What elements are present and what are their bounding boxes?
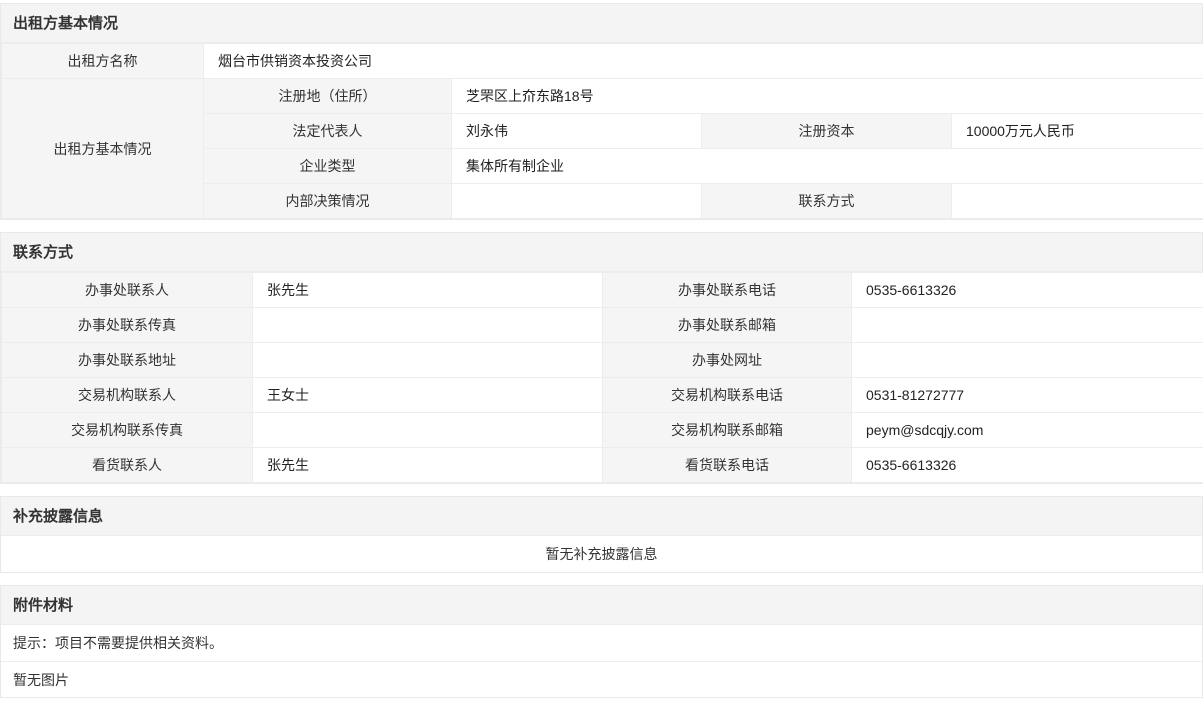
office-address-label: 办事处联系地址 <box>2 343 253 378</box>
office-website-label: 办事处网址 <box>603 343 852 378</box>
legal-representative-label: 法定代表人 <box>204 114 452 149</box>
attachments-notice: 提示：项目不需要提供相关资料。 <box>1 625 1202 661</box>
exchange-contact-row: 交易机构联系人 王女士 交易机构联系电话 0531-81272777 <box>2 378 1203 413</box>
section-attachments: 附件材料 提示：项目不需要提供相关资料。 暂无图片 <box>0 585 1203 698</box>
lessor-name-row: 出租方名称 烟台市供销资本投资公司 <box>2 44 1203 79</box>
office-contact-row: 办事处联系人 张先生 办事处联系电话 0535-6613326 <box>2 273 1203 308</box>
section-contact-info: 联系方式 办事处联系人 张先生 办事处联系电话 0535-6613326 办事处… <box>0 232 1203 484</box>
viewing-phone-value: 0535-6613326 <box>852 448 1203 483</box>
registered-address-value: 芝罘区上夼东路18号 <box>452 79 1203 114</box>
registered-address-row: 出租方基本情况 注册地（住所） 芝罘区上夼东路18号 <box>2 79 1203 114</box>
lessor-section-title: 出租方基本情况 <box>1 4 1202 43</box>
office-email-value <box>852 308 1203 343</box>
internal-decision-label: 内部决策情况 <box>204 184 452 219</box>
office-contact-label: 办事处联系人 <box>2 273 253 308</box>
exchange-fax-label: 交易机构联系传真 <box>2 413 253 448</box>
exchange-email-label: 交易机构联系邮箱 <box>603 413 852 448</box>
contact-info-table: 办事处联系人 张先生 办事处联系电话 0535-6613326 办事处联系传真 … <box>1 272 1203 483</box>
contact-method-value <box>952 184 1203 219</box>
enterprise-type-value: 集体所有制企业 <box>452 149 1203 184</box>
office-address-row: 办事处联系地址 办事处网址 <box>2 343 1203 378</box>
office-website-value <box>852 343 1203 378</box>
disclosure-section-title: 补充披露信息 <box>1 497 1202 536</box>
lessor-name-label: 出租方名称 <box>2 44 204 79</box>
lessor-info-table: 出租方名称 烟台市供销资本投资公司 出租方基本情况 注册地（住所） 芝罘区上夼东… <box>1 43 1203 219</box>
exchange-contact-value: 王女士 <box>253 378 603 413</box>
exchange-fax-value <box>253 413 603 448</box>
office-phone-label: 办事处联系电话 <box>603 273 852 308</box>
exchange-email-value: peym@sdcqjy.com <box>852 413 1203 448</box>
viewing-contact-value: 张先生 <box>253 448 603 483</box>
disclosure-empty-message: 暂无补充披露信息 <box>1 536 1202 572</box>
viewing-contact-row: 看货联系人 张先生 看货联系电话 0535-6613326 <box>2 448 1203 483</box>
viewing-phone-label: 看货联系电话 <box>603 448 852 483</box>
office-email-label: 办事处联系邮箱 <box>603 308 852 343</box>
project-detail-page: 出租方基本情况 出租方名称 烟台市供销资本投资公司 出租方基本情况 注册地（住所… <box>0 0 1203 698</box>
lessor-group-label: 出租方基本情况 <box>2 79 204 219</box>
office-address-value <box>253 343 603 378</box>
office-fax-row: 办事处联系传真 办事处联系邮箱 <box>2 308 1203 343</box>
exchange-phone-value: 0531-81272777 <box>852 378 1203 413</box>
attachments-section-title: 附件材料 <box>1 586 1202 625</box>
registered-capital-label: 注册资本 <box>702 114 952 149</box>
contact-method-label: 联系方式 <box>702 184 952 219</box>
registered-capital-value: 10000万元人民币 <box>952 114 1203 149</box>
viewing-contact-label: 看货联系人 <box>2 448 253 483</box>
legal-representative-value: 刘永伟 <box>452 114 702 149</box>
section-lessor-basic-info: 出租方基本情况 出租方名称 烟台市供销资本投资公司 出租方基本情况 注册地（住所… <box>0 3 1203 220</box>
lessor-name-value: 烟台市供销资本投资公司 <box>204 44 1203 79</box>
exchange-phone-label: 交易机构联系电话 <box>603 378 852 413</box>
office-fax-value <box>253 308 603 343</box>
internal-decision-value <box>452 184 702 219</box>
enterprise-type-label: 企业类型 <box>204 149 452 184</box>
attachments-no-image-message: 暂无图片 <box>1 661 1202 697</box>
registered-address-label: 注册地（住所） <box>204 79 452 114</box>
section-supplementary-disclosure: 补充披露信息 暂无补充披露信息 <box>0 496 1203 573</box>
contact-section-title: 联系方式 <box>1 233 1202 272</box>
office-fax-label: 办事处联系传真 <box>2 308 253 343</box>
exchange-fax-row: 交易机构联系传真 交易机构联系邮箱 peym@sdcqjy.com <box>2 413 1203 448</box>
exchange-contact-label: 交易机构联系人 <box>2 378 253 413</box>
office-phone-value: 0535-6613326 <box>852 273 1203 308</box>
office-contact-value: 张先生 <box>253 273 603 308</box>
